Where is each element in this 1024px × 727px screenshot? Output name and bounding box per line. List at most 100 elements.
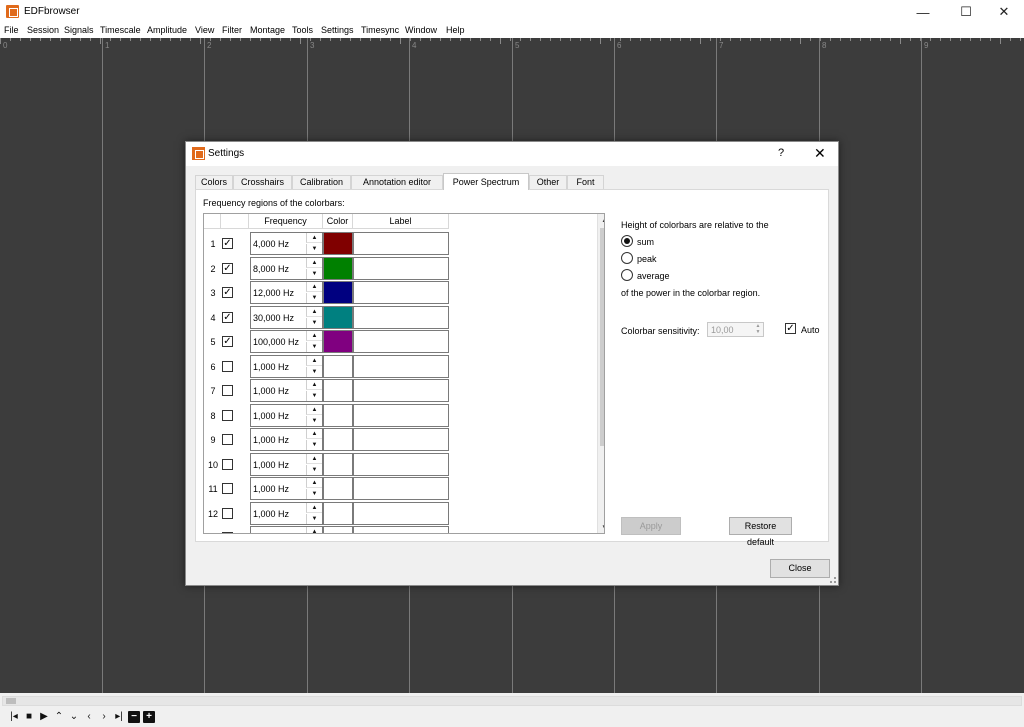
spin-down-icon[interactable]: ▼: [306, 489, 322, 499]
radio-sum[interactable]: [621, 235, 633, 247]
region-enable-checkbox[interactable]: [222, 409, 233, 421]
resize-grip-icon[interactable]: [830, 577, 836, 583]
spin-down-icon[interactable]: ▼: [306, 366, 322, 377]
frequency-spinbox[interactable]: 1,000 Hz ▲▼: [250, 477, 323, 500]
region-enable-checkbox[interactable]: [222, 360, 233, 372]
page-down-icon[interactable]: ⌄: [68, 711, 80, 723]
scroll-up-icon[interactable]: ▲: [598, 214, 604, 226]
menu-view[interactable]: View: [195, 25, 214, 35]
spin-down-icon[interactable]: ▼: [306, 244, 322, 254]
color-swatch[interactable]: [323, 281, 353, 304]
spin-up-icon[interactable]: ▲: [306, 282, 322, 292]
region-enable-checkbox[interactable]: [222, 532, 233, 533]
color-swatch[interactable]: [323, 330, 353, 353]
label-field[interactable]: [353, 256, 449, 280]
menu-help[interactable]: Help: [446, 25, 465, 35]
color-swatch[interactable]: [323, 379, 353, 402]
spin-up-icon[interactable]: ▲: [306, 429, 322, 439]
label-field[interactable]: [353, 403, 449, 427]
spin-down-icon[interactable]: ▼: [306, 464, 322, 475]
region-enable-checkbox[interactable]: ✓: [222, 287, 233, 298]
previous-icon[interactable]: ‹: [83, 711, 95, 723]
colorbar-sensitivity-spinbox[interactable]: 10,00 ▲ ▼: [707, 322, 764, 337]
close-button[interactable]: Close: [770, 559, 830, 578]
spin-down-icon[interactable]: ▼: [306, 440, 322, 450]
minimize-button[interactable]: —: [903, 0, 943, 24]
spin-up-icon[interactable]: ▲: [306, 257, 322, 268]
color-swatch[interactable]: [323, 477, 353, 500]
frequency-spinbox[interactable]: 1,000 Hz ▲▼: [250, 354, 323, 378]
spin-up-icon[interactable]: ▲: [306, 527, 322, 533]
label-field[interactable]: [353, 379, 449, 402]
spin-down-icon[interactable]: ▼: [306, 293, 322, 303]
region-enable-checkbox[interactable]: ✓: [222, 262, 233, 274]
label-field[interactable]: [353, 477, 449, 500]
frequency-spinbox[interactable]: 100,000 Hz ▲ ▼: [250, 330, 323, 353]
table-vertical-scrollbar[interactable]: ▲ ▼: [597, 214, 604, 533]
spin-up-icon[interactable]: ▲: [306, 306, 322, 317]
page-up-icon[interactable]: ⌃: [53, 711, 65, 723]
region-enable-checkbox[interactable]: [222, 458, 233, 470]
label-field[interactable]: [353, 354, 449, 378]
spin-up-icon[interactable]: ▲: [306, 331, 322, 341]
scrollbar-thumb[interactable]: [600, 228, 604, 446]
menu-session[interactable]: Session: [27, 25, 59, 35]
spin-down-icon[interactable]: ▼: [306, 268, 322, 279]
label-field[interactable]: [353, 452, 449, 476]
next-icon[interactable]: ›: [98, 711, 110, 723]
tab-calibration[interactable]: Calibration: [292, 175, 351, 189]
tab-power-spectrum[interactable]: Power Spectrum: [443, 173, 529, 190]
color-swatch[interactable]: [323, 354, 353, 378]
scroll-down-icon[interactable]: ▼: [598, 522, 604, 533]
spin-down-icon[interactable]: ▼: [306, 415, 322, 426]
label-field[interactable]: [353, 281, 449, 304]
color-swatch[interactable]: [323, 452, 353, 476]
spin-up-icon[interactable]: ▲: [306, 355, 322, 366]
region-enable-checkbox[interactable]: [222, 507, 233, 519]
zoom-out-icon[interactable]: −: [128, 711, 140, 723]
spin-up-icon[interactable]: ▲: [306, 478, 322, 488]
region-enable-checkbox[interactable]: ✓: [222, 238, 233, 249]
spin-up-icon[interactable]: ▲: [306, 453, 322, 464]
radio-average[interactable]: [621, 269, 633, 281]
label-field[interactable]: [353, 232, 449, 255]
region-enable-checkbox[interactable]: [222, 385, 233, 396]
menu-signals[interactable]: Signals: [64, 25, 94, 35]
auto-checkbox[interactable]: ✓: [785, 323, 796, 334]
scrollbar-thumb[interactable]: [6, 698, 16, 704]
region-enable-checkbox[interactable]: [222, 483, 233, 494]
spin-up-icon[interactable]: ▲: [306, 404, 322, 415]
tab-font[interactable]: Font: [567, 175, 604, 189]
menu-timesync[interactable]: Timesync: [361, 25, 399, 35]
spin-down-icon[interactable]: ▼: [306, 513, 322, 524]
go-to-end-icon[interactable]: ▸|: [113, 711, 125, 723]
menu-settings[interactable]: Settings: [321, 25, 354, 35]
stop-icon[interactable]: ■: [23, 711, 35, 723]
color-swatch[interactable]: [323, 501, 353, 525]
region-enable-checkbox[interactable]: ✓: [222, 336, 233, 347]
menu-filter[interactable]: Filter: [222, 25, 242, 35]
spin-down-icon[interactable]: ▼: [306, 342, 322, 352]
menu-amplitude[interactable]: Amplitude: [147, 25, 187, 35]
label-field[interactable]: [353, 428, 449, 451]
spin-up-icon[interactable]: ▲: [306, 502, 322, 513]
color-swatch[interactable]: [323, 305, 353, 329]
spin-down-icon[interactable]: ▼: [306, 317, 322, 328]
frequency-spinbox[interactable]: 8,000 Hz ▲ ▼: [250, 256, 323, 280]
go-to-start-icon[interactable]: |◂: [8, 711, 20, 723]
zoom-in-icon[interactable]: +: [143, 711, 155, 723]
label-field[interactable]: [353, 305, 449, 329]
region-enable-checkbox[interactable]: ✓: [222, 311, 233, 323]
region-enable-checkbox[interactable]: [222, 434, 233, 445]
color-swatch[interactable]: [323, 526, 353, 533]
maximize-button[interactable]: ☐: [946, 0, 986, 24]
spin-down-icon[interactable]: ▼: [306, 391, 322, 401]
close-window-button[interactable]: ✕: [984, 0, 1024, 24]
menu-file[interactable]: File: [4, 25, 19, 35]
frequency-spinbox[interactable]: 1,000 Hz ▲▼: [250, 428, 323, 451]
radio-peak[interactable]: [621, 252, 633, 264]
menu-tools[interactable]: Tools: [292, 25, 313, 35]
play-icon[interactable]: ▶: [38, 711, 50, 723]
color-swatch[interactable]: [323, 428, 353, 451]
label-field[interactable]: [353, 501, 449, 525]
